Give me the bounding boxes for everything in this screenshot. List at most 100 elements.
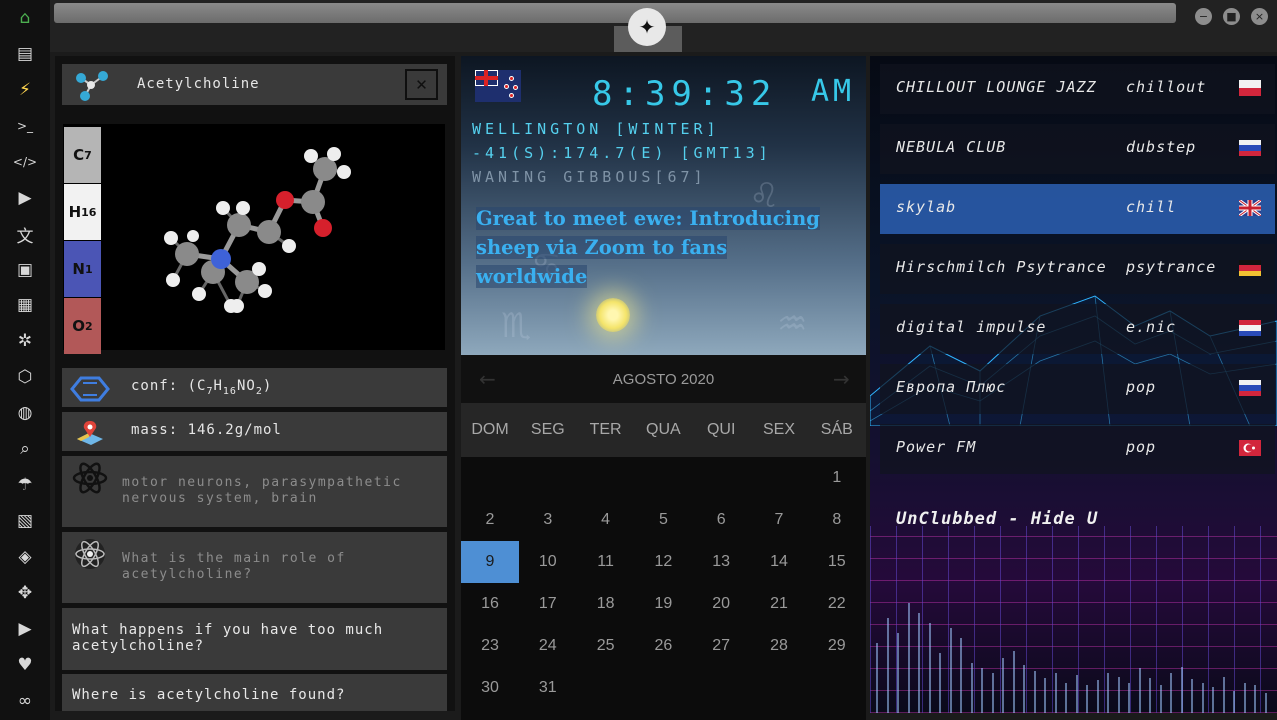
station-name: skylab <box>896 198 957 216</box>
calendar-day[interactable]: 20 <box>692 583 750 625</box>
calendar-day[interactable]: 18 <box>577 583 635 625</box>
station-row[interactable]: Hirschmilch Psytrance psytrance <box>880 244 1275 294</box>
calendar-day[interactable]: 12 <box>634 541 692 583</box>
calendar-day[interactable]: 19 <box>634 583 692 625</box>
calendar-day[interactable]: 10 <box>519 541 577 583</box>
calendar-day[interactable]: 22 <box>808 583 866 625</box>
station-row[interactable]: CHILLOUT LOUNGE JAZZ chillout <box>880 64 1275 114</box>
calendar-day[interactable]: 28 <box>750 625 808 667</box>
benzene-ring-icon <box>69 373 111 405</box>
question-text: What happens if you have too much acetyl… <box>72 622 384 654</box>
calendar-day[interactable]: 31 <box>519 667 577 709</box>
weekday-label: QUA <box>646 421 681 438</box>
close-compound-button[interactable]: ✕ <box>405 69 438 100</box>
question-card-1[interactable]: What is the main role of acetylcholine? <box>62 532 447 603</box>
station-row[interactable]: digital impulse e.nic <box>880 304 1275 354</box>
atom-icon <box>69 462 111 494</box>
globe-icon[interactable]: ◍ <box>12 400 38 426</box>
calendar-day[interactable]: 25 <box>577 625 635 667</box>
equalizer-bar <box>1201 683 1204 713</box>
contacts-icon[interactable]: ▧ <box>12 508 38 534</box>
translate-icon[interactable]: 文 <box>12 221 38 247</box>
calendar-header: ← AGOSTO 2020 → <box>461 355 866 403</box>
calendar-day[interactable]: 8 <box>808 499 866 541</box>
equalizer-bar <box>1180 667 1183 713</box>
calendar-day[interactable]: 21 <box>750 583 808 625</box>
calendar-day[interactable]: 11 <box>577 541 635 583</box>
calendar-day[interactable]: 17 <box>519 583 577 625</box>
calendar-day[interactable]: 3 <box>519 499 577 541</box>
umbrella-icon[interactable]: ☂ <box>12 472 38 498</box>
image-icon[interactable]: ▣ <box>12 257 38 283</box>
station-genre: psytrance <box>1126 258 1217 276</box>
news-icon[interactable]: ▦ <box>12 292 38 318</box>
calendar-day[interactable]: 13 <box>692 541 750 583</box>
calendar-day[interactable]: 2 <box>461 499 519 541</box>
molecule-viewer[interactable]: C 7 H 16 N 1 O 2 <box>63 124 445 354</box>
bolt-icon[interactable]: ⚡ <box>12 77 38 103</box>
play-icon[interactable]: ▶ <box>12 185 38 211</box>
station-row[interactable]: Европа Плюс pop <box>880 364 1275 414</box>
poland-flag-icon <box>1239 80 1261 96</box>
question-card-3[interactable]: Where is acetylcholine found? <box>62 674 447 711</box>
calendar-day[interactable]: 27 <box>692 625 750 667</box>
calendar-day[interactable]: 24 <box>519 625 577 667</box>
infinity-icon[interactable]: ∞ <box>12 688 38 714</box>
equalizer-bar <box>907 603 910 713</box>
rebel-emblem-icon[interactable]: ✦ <box>628 8 666 46</box>
close-button[interactable]: × <box>1251 8 1268 25</box>
next-month-arrow-icon[interactable]: → <box>833 367 850 391</box>
heart-icon[interactable]: ♥ <box>12 652 38 678</box>
equalizer-bar <box>981 668 983 713</box>
calendar-day[interactable]: 7 <box>750 499 808 541</box>
weekday-label: TER <box>589 421 622 438</box>
youtube-icon[interactable]: ▶ <box>12 616 38 642</box>
equalizer-bar <box>960 638 962 713</box>
equalizer-bar <box>918 613 920 713</box>
calendar-day[interactable]: 23 <box>461 625 519 667</box>
maximize-button[interactable]: ■ <box>1223 8 1240 25</box>
calendar-day[interactable]: 26 <box>634 625 692 667</box>
equalizer-bar <box>1086 685 1088 713</box>
station-row[interactable]: NEBULA CLUB dubstep <box>880 124 1275 174</box>
code-icon[interactable]: </> <box>12 149 38 175</box>
station-row[interactable]: skylab chill <box>880 184 1275 234</box>
question-card-2[interactable]: What happens if you have too much acetyl… <box>62 608 447 670</box>
station-row[interactable]: Power FM pop <box>880 424 1275 474</box>
calendar-day[interactable]: 15 <box>808 541 866 583</box>
question-text: Where is acetylcholine found? <box>72 687 346 703</box>
equalizer-bar <box>1170 673 1172 713</box>
station-genre: dubstep <box>1126 138 1197 156</box>
germany-flag-icon <box>1239 260 1261 276</box>
settings-icon[interactable]: ✲ <box>12 328 38 354</box>
expand-icon[interactable]: ✥ <box>12 580 38 606</box>
calendar-day[interactable]: 5 <box>634 499 692 541</box>
news-headline[interactable]: Great to meet ewe: Introducing sheep via … <box>476 204 836 291</box>
sky-widget: ♏ ♒ ♌ ♋ 8:39:32 AM WELLINGTON [WINTER] -… <box>461 56 866 355</box>
equalizer-bar <box>1264 693 1267 713</box>
calendar-day[interactable]: 29 <box>808 625 866 667</box>
station-name: Power FM <box>896 438 977 456</box>
minimize-button[interactable]: − <box>1195 8 1212 25</box>
equalizer-bar <box>1054 673 1057 713</box>
document-icon[interactable]: ▤ <box>12 41 38 67</box>
search-icon[interactable]: ⌕ <box>12 436 38 462</box>
equalizer-bar <box>928 623 931 713</box>
home-icon[interactable]: ⌂ <box>12 5 38 31</box>
calendar-day[interactable]: 1 <box>808 457 866 499</box>
turkey-flag-icon <box>1239 440 1261 456</box>
hexagon-icon[interactable]: ⬡ <box>12 364 38 390</box>
formula-card: conf: (C7H16NO2) <box>62 368 447 407</box>
calendar-day[interactable]: 16 <box>461 583 519 625</box>
terminal-icon[interactable]: >_ <box>12 113 38 139</box>
share-icon[interactable]: ◈ <box>12 544 38 570</box>
calendar-day-today[interactable]: 9 <box>461 541 519 583</box>
calendar-day[interactable]: 6 <box>692 499 750 541</box>
calendar-day[interactable]: 14 <box>750 541 808 583</box>
calendar-day[interactable]: 30 <box>461 667 519 709</box>
station-genre: e.nic <box>1126 318 1177 336</box>
calendar-day[interactable]: 4 <box>577 499 635 541</box>
city-season: WELLINGTON [WINTER] <box>472 120 720 138</box>
croatia-flag-icon <box>1239 320 1261 336</box>
station-genre: chillout <box>1126 78 1207 96</box>
